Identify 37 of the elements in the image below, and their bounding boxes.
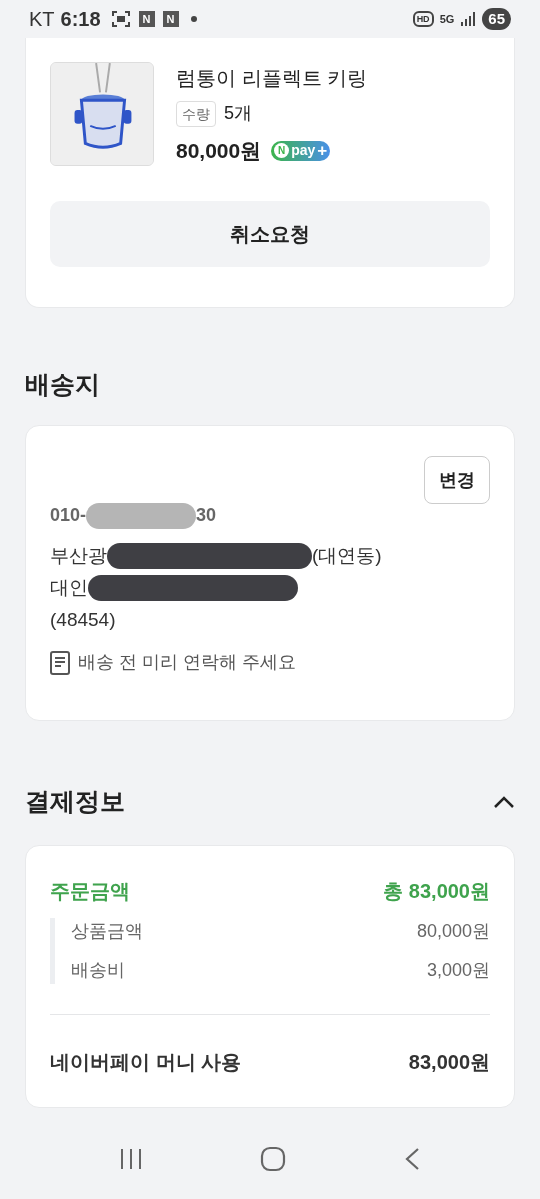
battery-indicator: 65 (482, 8, 511, 30)
cancel-request-button[interactable]: 취소요청 (50, 200, 490, 267)
breakdown-value: 80,000원 (416, 919, 490, 943)
breakdown-value: 3,000원 (426, 958, 490, 982)
product-price: 80,000원 (176, 138, 262, 164)
network-label: 5G (439, 13, 455, 25)
home-icon[interactable] (260, 1146, 286, 1172)
product-name: 럼통이 리플렉트 키링 (176, 66, 368, 91)
carrier-label: KT (29, 7, 55, 32)
notification-badge: N (138, 11, 155, 27)
breakdown-label: 상품금액 (71, 919, 143, 943)
npay-plus-badge: N pay+ (271, 140, 331, 161)
section-title: 배송지 (25, 368, 101, 400)
address-text: 부산광 (50, 544, 107, 568)
clock: 6:18 (60, 7, 101, 32)
notification-badge: N (162, 11, 179, 27)
quantity-value: 5개 (224, 102, 252, 125)
hd-badge: HD (412, 11, 434, 27)
change-button[interactable]: 변경 (424, 456, 490, 504)
address-text: (48454) (50, 608, 116, 632)
address-text: 대인 (50, 576, 88, 600)
chevron-up-icon[interactable] (493, 794, 515, 809)
recent-apps-icon[interactable] (118, 1147, 143, 1171)
signal-icon (460, 11, 477, 27)
quantity-tag: 수량 (176, 100, 216, 127)
phone-number-start: 010- (50, 504, 87, 527)
section-title: 결제정보 (25, 786, 125, 817)
breakdown-label: 배송비 (71, 958, 125, 982)
memo-icon (50, 650, 70, 675)
payment-method-label: 네이버페이 머니 사용 (50, 1049, 242, 1075)
payment-method-amount: 83,000원 (408, 1049, 490, 1075)
order-amount-total: 총 83,000원 (383, 878, 490, 904)
order-amount-label: 주문금액 (50, 878, 130, 904)
address-text: (대연동) (312, 544, 382, 568)
delivery-memo: 배송 전 미리 연락해 주세요 (78, 651, 296, 674)
screenshot-icon (110, 10, 131, 28)
phone-number-end: 30 (196, 504, 217, 527)
